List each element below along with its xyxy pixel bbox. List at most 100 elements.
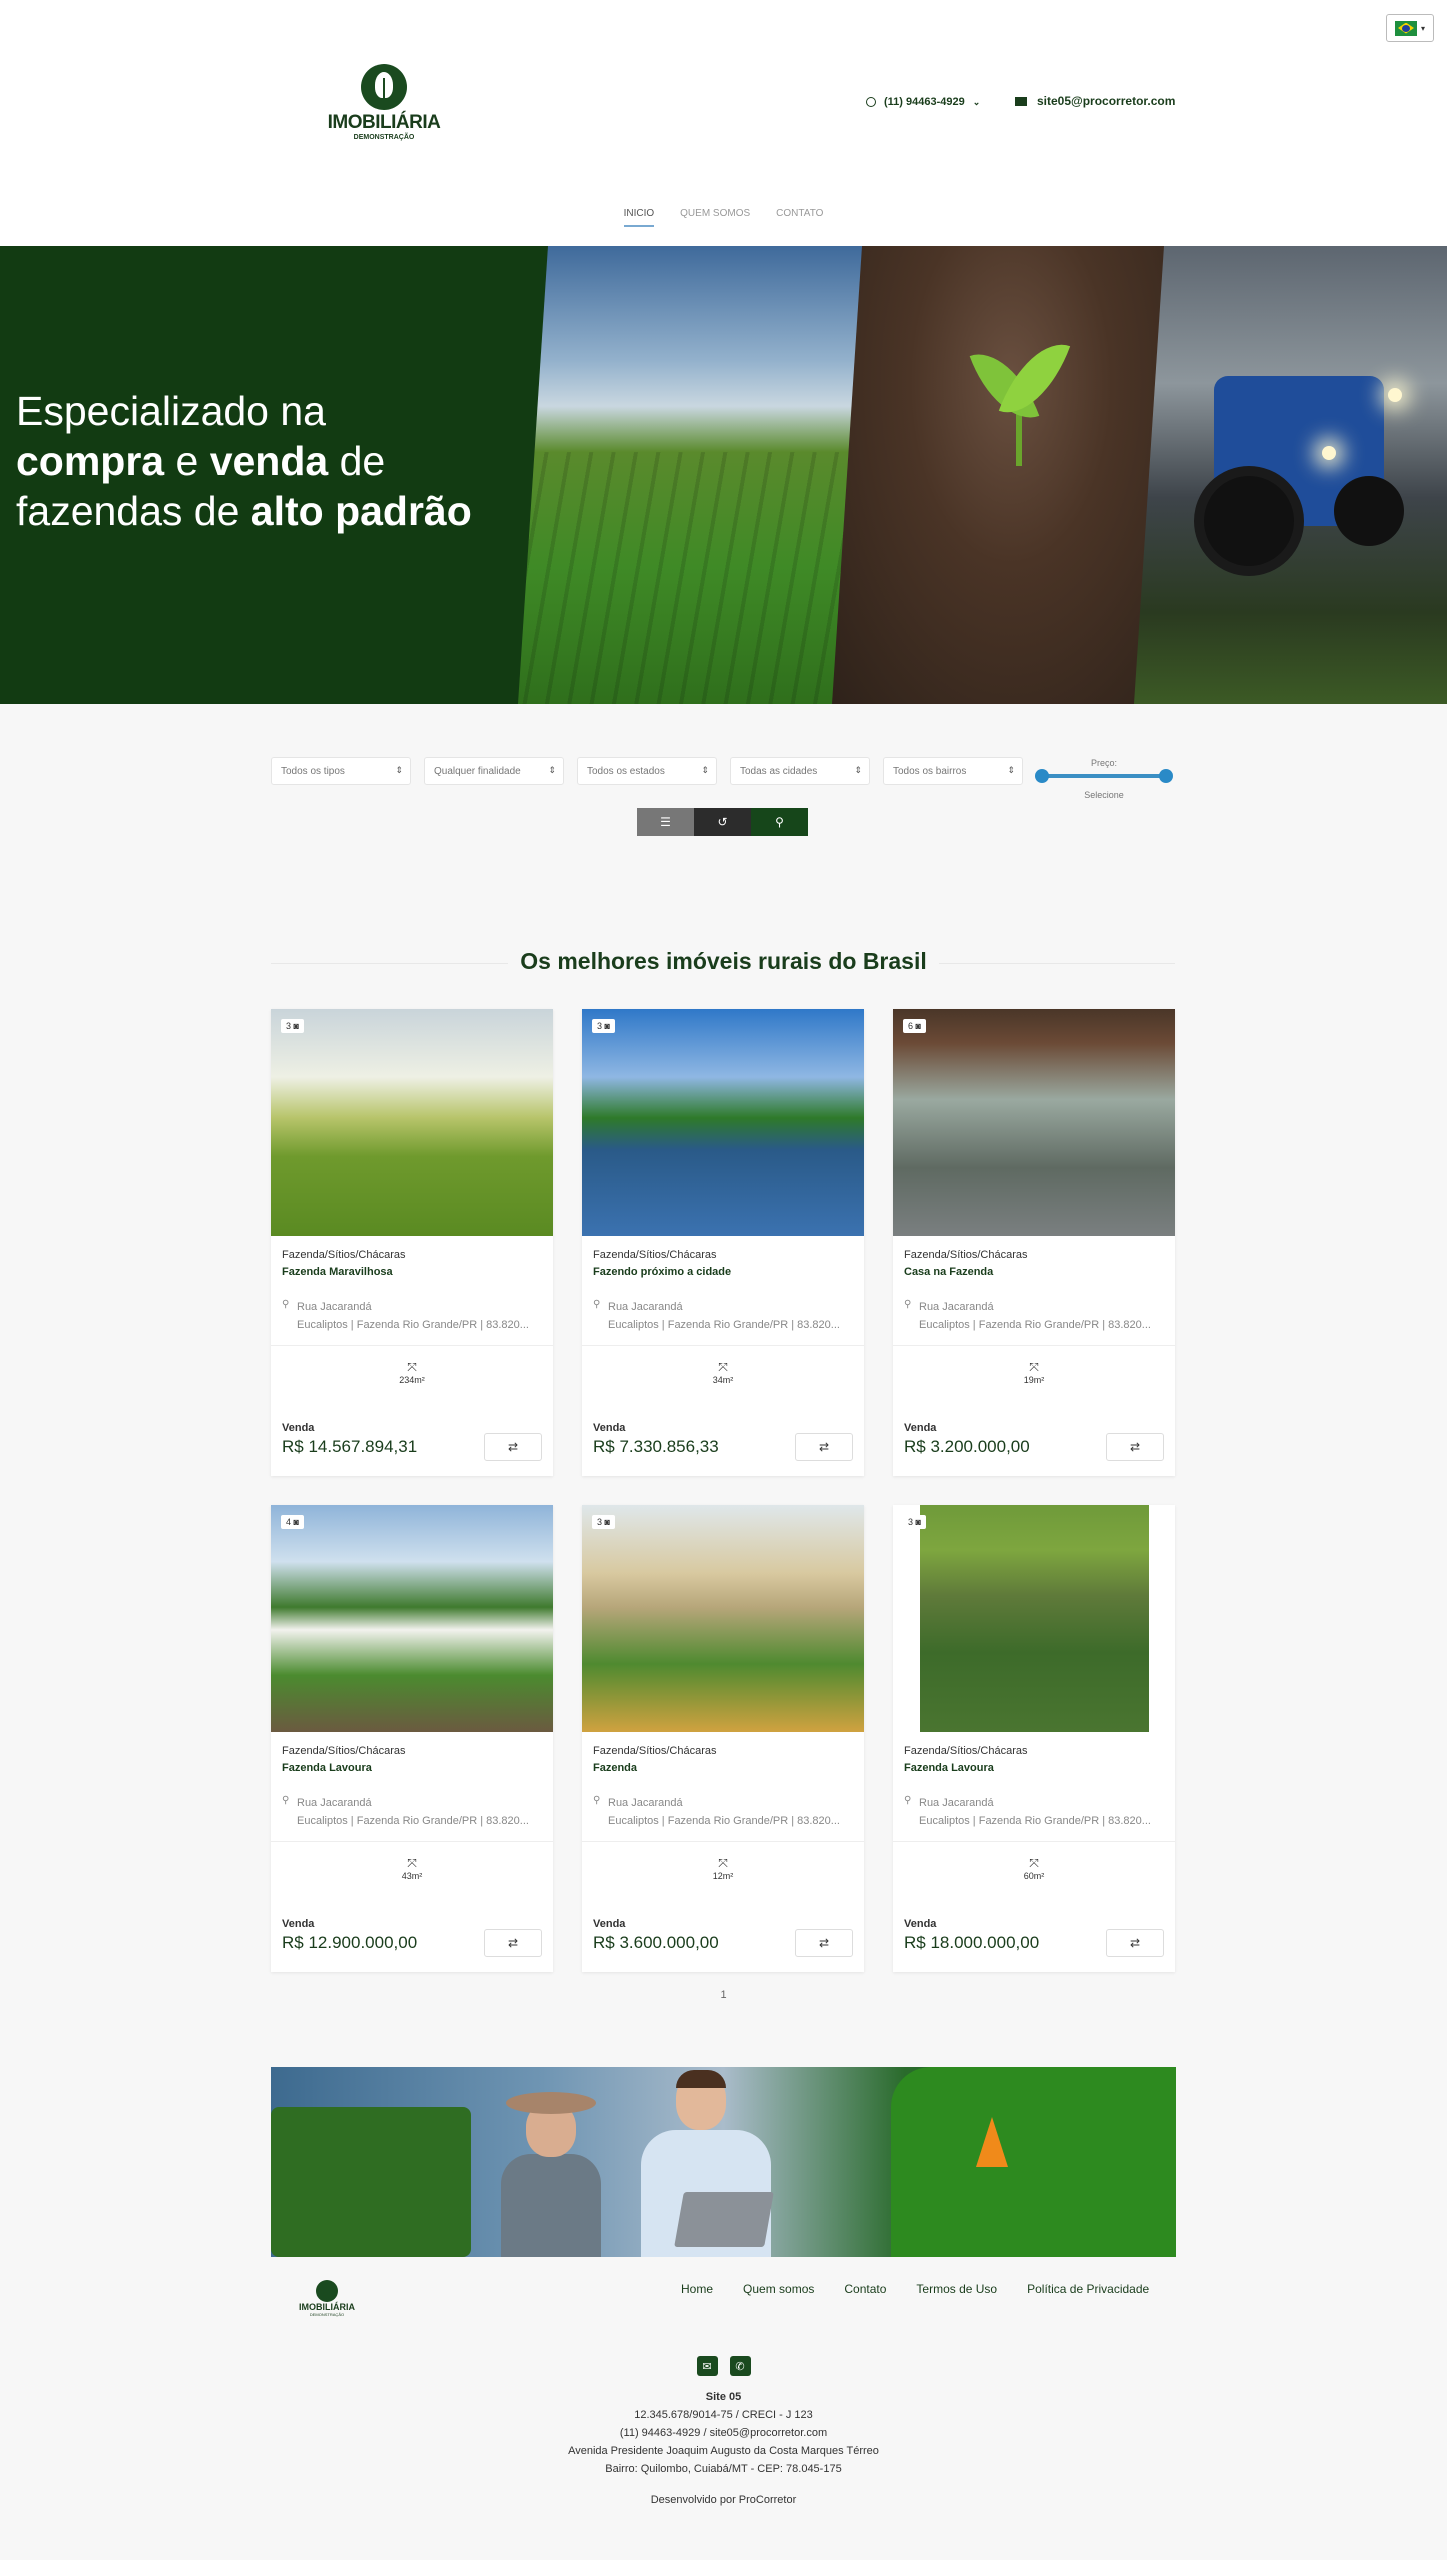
select-cidade[interactable]: Todas as cidades <box>730 757 870 785</box>
property-photo[interactable]: 3 ◙ <box>582 1009 864 1236</box>
property-title[interactable]: Casa na Fazenda <box>904 1266 993 1278</box>
price-label: Preço: <box>1090 758 1117 768</box>
list-icon: ☰ <box>660 815 671 829</box>
footer-link-quem-somos[interactable]: Quem somos <box>743 2282 814 2296</box>
site-logo[interactable]: IMOBILIÁRIA DEMONSTRAÇÃO <box>324 64 444 141</box>
property-street: Rua Jacarandá <box>919 1301 994 1313</box>
property-card[interactable]: 6 ◙ Fazenda/Sítios/Chácaras Casa na Fazend… <box>893 1009 1175 1476</box>
envelope-icon[interactable]: ✉ <box>696 2356 718 2376</box>
property-category: Fazenda/Sítios/Chácaras <box>593 1745 717 1757</box>
property-card[interactable]: 3 ◙ Fazenda/Sítios/Chácaras Fazendo próxim… <box>582 1009 864 1476</box>
property-title[interactable]: Fazenda Maravilhosa <box>282 1266 393 1278</box>
nav-quem-somos[interactable]: QUEM SOMOS <box>680 208 750 227</box>
area-icon: ⤧ <box>1029 1360 1039 1374</box>
footer-developer[interactable]: Desenvolvido por ProCorretor <box>0 2494 1447 2506</box>
whatsapp-icon[interactable]: ✆ <box>729 2356 751 2376</box>
property-area: 19m² <box>1023 1375 1045 1385</box>
property-area: 234m² <box>399 1375 425 1385</box>
photo-count-badge: 3 ◙ <box>592 1515 615 1529</box>
property-title[interactable]: Fazenda Lavoura <box>282 1762 372 1774</box>
search-button[interactable]: ⚲ <box>751 808 808 836</box>
select-bairro[interactable]: Todos os bairros <box>883 757 1023 785</box>
reset-button[interactable]: ↺ <box>694 808 751 836</box>
compare-button[interactable]: ⇄ <box>484 1929 542 1957</box>
property-title[interactable]: Fazenda Lavoura <box>904 1762 994 1774</box>
brazil-flag-icon <box>1394 20 1417 36</box>
property-title[interactable]: Fazendo próximo a cidade <box>593 1266 731 1278</box>
email-contact[interactable]: site05@procorretor.com <box>1015 94 1175 108</box>
hero-word-fazendas: fazendas de <box>16 488 251 534</box>
hero-word-e: e <box>164 438 210 484</box>
compare-arrows-icon: ⇄ <box>1129 1440 1141 1454</box>
language-selector[interactable]: ▾ <box>1386 14 1434 42</box>
footer-cnpj: 12.345.678/9014-75 / CRECI - J 123 <box>634 2409 813 2421</box>
advanced-filter-button[interactable]: ☰ <box>637 808 694 836</box>
price-min-handle[interactable] <box>1035 769 1049 783</box>
leaf-logo-icon <box>316 2280 338 2302</box>
footer-link-home[interactable]: Home <box>681 2282 713 2296</box>
nav-contato[interactable]: CONTATO <box>776 208 823 227</box>
map-pin-icon: ⚲ <box>593 1795 601 1806</box>
property-photo[interactable]: 3 ◙ <box>271 1009 553 1236</box>
section-title-text: Os melhores imóveis rurais do Brasil <box>508 948 939 974</box>
leaf-logo-icon <box>361 64 407 110</box>
property-price: R$ 7.330.856,33 <box>593 1437 719 1456</box>
photo-count-badge: 4 ◙ <box>281 1515 304 1529</box>
property-negocio: Venda <box>593 1422 626 1434</box>
footer-link-contato[interactable]: Contato <box>844 2282 886 2296</box>
envelope-icon <box>1015 96 1027 106</box>
search-buttons: ☰ ↺ ⚲ <box>637 808 808 836</box>
compare-button[interactable]: ⇄ <box>484 1433 542 1461</box>
property-card[interactable]: 4 ◙ Fazenda/Sítios/Chácaras Fazenda Lavour… <box>271 1505 553 1972</box>
property-photo[interactable]: 3 ◙ <box>893 1505 1175 1732</box>
phone-contact[interactable]: (11) 94463-4929 ⌄ <box>866 96 980 108</box>
property-card[interactable]: 3 ◙ Fazenda/Sítios/Chácaras Fazenda Maravi… <box>271 1009 553 1476</box>
property-photo[interactable]: 6 ◙ <box>893 1009 1175 1236</box>
footer-logo[interactable]: IMOBILIÁRIA DEMONSTRAÇÃO <box>297 2280 357 2317</box>
property-card[interactable]: 3 ◙ Fazenda/Sítios/Chácaras Fazenda Lavour… <box>893 1505 1175 1972</box>
camera-icon: ◙ <box>604 1021 610 1031</box>
property-street: Rua Jacarandá <box>919 1797 994 1809</box>
property-address: Eucaliptos | Fazenda Rio Grande/PR | 83.… <box>297 1319 529 1331</box>
compare-button[interactable]: ⇄ <box>1106 1929 1164 1957</box>
property-area: 12m² <box>712 1871 734 1881</box>
map-pin-icon: ⚲ <box>282 1795 290 1806</box>
photo-count-badge: 3 ◙ <box>592 1019 615 1033</box>
footer-link-privacidade[interactable]: Política de Privacidade <box>1027 2282 1149 2296</box>
property-card[interactable]: 3 ◙ Fazenda/Sítios/Chácaras Fazenda ⚲ Rua Ja… <box>582 1505 864 1972</box>
compare-button[interactable]: ⇄ <box>795 1929 853 1957</box>
property-category: Fazenda/Sítios/Chácaras <box>282 1249 406 1261</box>
property-price: R$ 14.567.894,31 <box>282 1437 418 1456</box>
property-photo[interactable]: 3 ◙ <box>582 1505 864 1732</box>
select-finalidade[interactable]: Qualquer finalidade <box>424 757 564 785</box>
select-estado[interactable]: Todos os estados <box>577 757 717 785</box>
property-title[interactable]: Fazenda <box>593 1762 637 1774</box>
compare-arrows-icon: ⇄ <box>507 1936 519 1950</box>
compare-button[interactable]: ⇄ <box>795 1433 853 1461</box>
nav-inicio[interactable]: INICIO <box>623 208 655 227</box>
footer-link-termos[interactable]: Termos de Uso <box>916 2282 997 2296</box>
property-category: Fazenda/Sítios/Chácaras <box>282 1745 406 1757</box>
price-max-handle[interactable] <box>1159 769 1173 783</box>
footer-address2: Bairro: Quilombo, Cuiabá/MT - CEP: 78.04… <box>605 2463 842 2475</box>
area-icon: ⤧ <box>407 1856 417 1870</box>
property-negocio: Venda <box>904 1422 937 1434</box>
select-tipo[interactable]: Todos os tipos <box>271 757 411 785</box>
property-price: R$ 12.900.000,00 <box>282 1933 418 1952</box>
price-hint: Selecione <box>1084 790 1124 800</box>
photo-count-badge: 6 ◙ <box>903 1019 926 1033</box>
hero-field-image <box>518 246 886 704</box>
caret-down-icon: ▾ <box>1420 23 1425 33</box>
pagination-page[interactable]: 1 <box>0 1989 1447 2001</box>
price-track[interactable] <box>1035 769 1173 783</box>
property-street: Rua Jacarandá <box>608 1797 683 1809</box>
property-photo[interactable]: 4 ◙ <box>271 1505 553 1732</box>
property-street: Rua Jacarandá <box>297 1301 372 1313</box>
logo-subtitle: DEMONSTRAÇÃO <box>353 134 415 141</box>
phone-number: (11) 94463-4929 <box>884 96 965 108</box>
hero-line1: Especializado na <box>16 388 326 434</box>
camera-icon: ◙ <box>293 1021 299 1031</box>
chevron-down-icon: ⌄ <box>972 96 981 107</box>
compare-button[interactable]: ⇄ <box>1106 1433 1164 1461</box>
hero-word-compra: compra <box>16 438 165 484</box>
